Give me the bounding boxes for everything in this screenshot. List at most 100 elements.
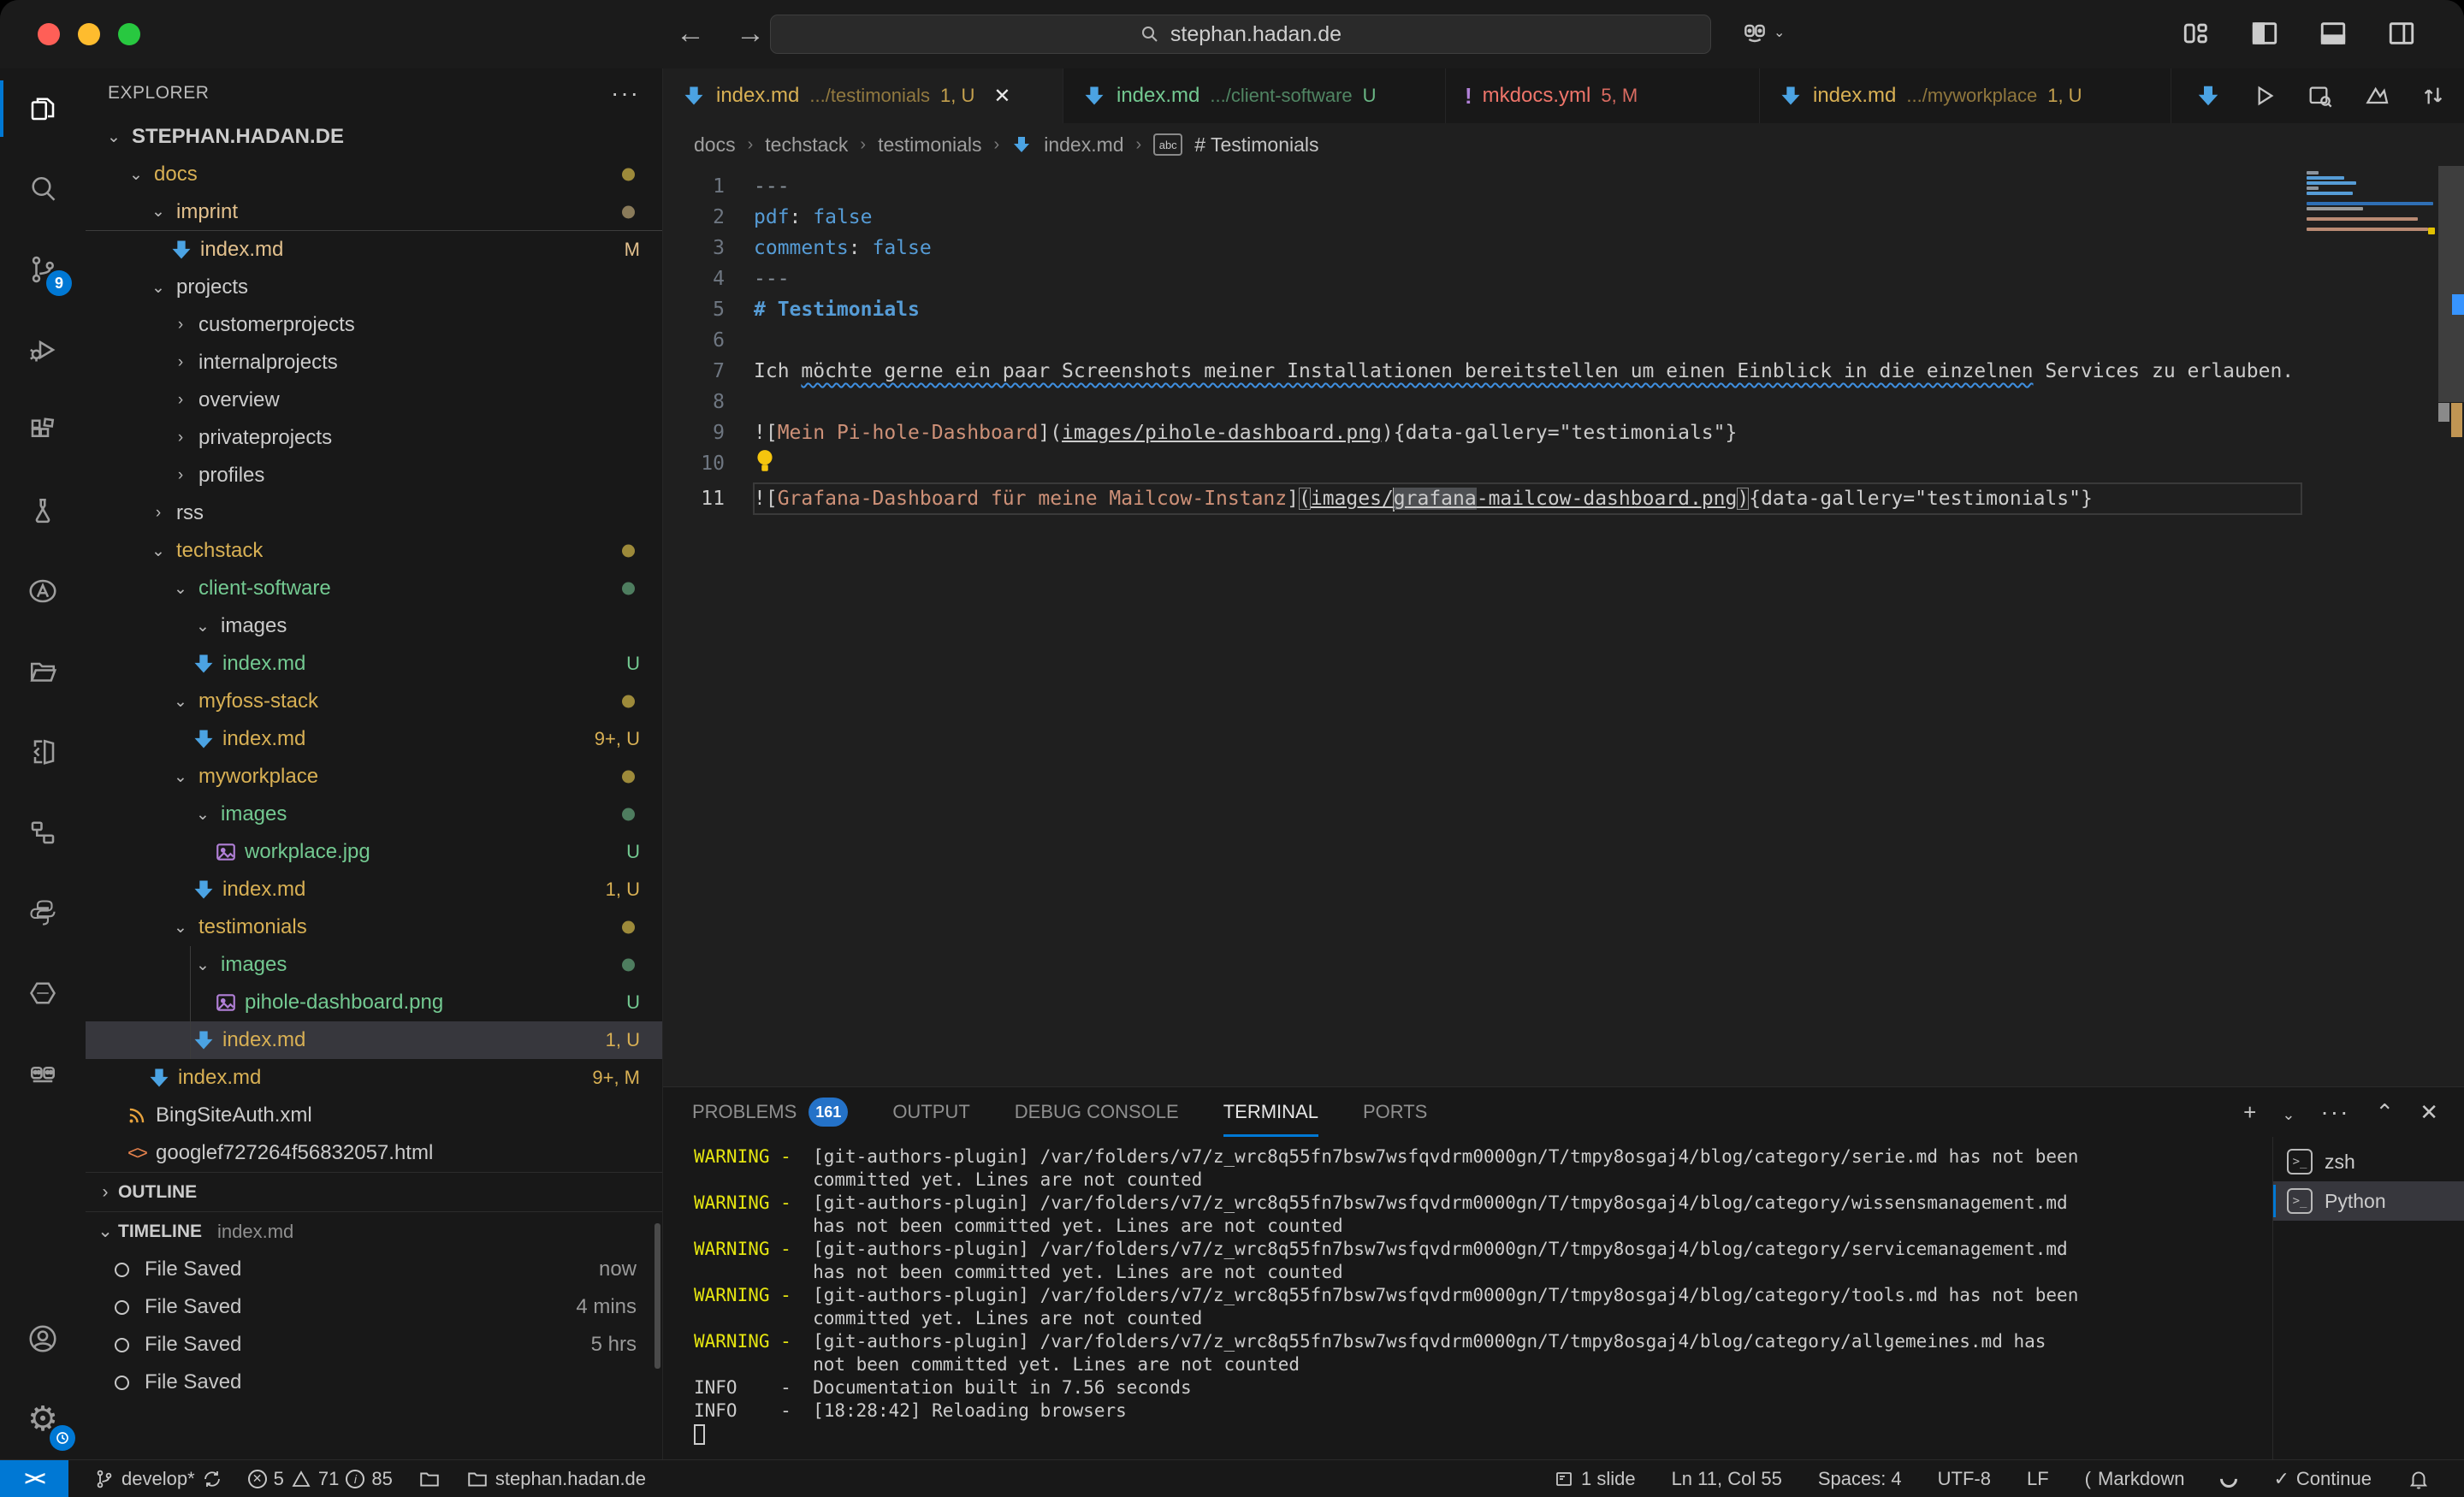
back-icon[interactable]: ← [676,17,705,50]
tree-item-myfoss-stack[interactable]: ⌄myfoss-stack [86,683,662,720]
slide-count-item[interactable]: 1 slide [1554,1468,1636,1490]
account-icon[interactable] [0,1299,86,1379]
timeline-entry[interactable]: File Saved5 hrs [86,1326,662,1364]
continue-extension-item[interactable]: ✓ Continue [2273,1468,2372,1490]
preview-icon[interactable] [2307,82,2334,109]
tree-item-index-md[interactable]: index.mdM [86,231,662,269]
tree-item-images[interactable]: ⌄images [86,796,662,833]
tree-item-images[interactable]: ⌄images [86,607,662,645]
org-chart-icon[interactable] [0,792,86,873]
code-line-5[interactable]: 5# Testimonials [663,294,2301,325]
robot-icon[interactable] [0,1033,86,1114]
breadcrumb-item[interactable]: index.md [1044,133,1123,157]
breadcrumb-item[interactable]: docs [694,133,736,157]
terminal-instance-python[interactable]: >_Python [2273,1181,2464,1221]
extensions-icon[interactable] [0,390,86,470]
tree-item-privateprojects[interactable]: ›privateprojects [86,419,662,457]
code-line-10[interactable]: 10 [663,448,2301,483]
eol-sequence[interactable]: LF [2027,1468,2049,1490]
tree-item-imprint[interactable]: ⌄imprint [86,193,662,231]
cursor-position[interactable]: Ln 11, Col 55 [1672,1468,1782,1490]
hexagon-icon[interactable] [0,953,86,1033]
forward-icon[interactable]: → [736,17,765,50]
code-line-9[interactable]: 9![Mein Pi-hole-Dashboard](images/pihole… [663,417,2301,448]
chevron-up-icon[interactable]: ⌃ [2375,1099,2394,1126]
editor-tab-mkdocs-yml[interactable]: !mkdocs.yml5, M [1446,68,1760,123]
tree-item-index-md[interactable]: index.md9+, U [86,720,662,758]
code-line-4[interactable]: 4--- [663,263,2301,294]
tree-item-index-md[interactable]: index.md9+, M [86,1059,662,1097]
tree-item-customerprojects[interactable]: ›customerprojects [86,306,662,344]
tree-item-internalprojects[interactable]: ›internalprojects [86,344,662,382]
problems-summary[interactable]: ✕ 5 71 i 85 [248,1468,393,1490]
editor-tab-index-md[interactable]: index.md.../client-softwareU [1063,68,1446,123]
minimap[interactable] [2305,166,2433,1086]
code-line-1[interactable]: 1--- [663,171,2301,202]
tree-item-index-md[interactable]: index.md1, U [86,1021,662,1059]
tree-item-workplace-jpg[interactable]: workplace.jpgU [86,833,662,871]
tree-item-images[interactable]: ⌄images [86,946,662,984]
swap-icon[interactable] [2420,82,2447,109]
breadcrumb-item[interactable]: # Testimonials [1194,133,1318,157]
panel-tab-ports[interactable]: PORTS [1363,1087,1427,1137]
plus-icon[interactable]: + [2243,1099,2256,1126]
code-line-11[interactable]: 11![Grafana-Dashboard für meine Mailcow-… [663,483,2301,514]
run-icon[interactable] [2250,82,2277,109]
git-branch-item[interactable]: develop* [94,1468,222,1490]
copilot-menu[interactable]: ⌄ [1741,19,1785,46]
tree-item-googlef727264f56832057-html[interactable]: <>googlef727264f56832057.html [86,1134,662,1172]
panel-tab-problems[interactable]: PROBLEMS161 [692,1087,848,1137]
panel-tab-debug-console[interactable]: DEBUG CONSOLE [1015,1087,1179,1137]
tree-item-testimonials[interactable]: ⌄testimonials [86,908,662,946]
tree-item-profiles[interactable]: ›profiles [86,457,662,494]
tree-item-stephan-hadan-de[interactable]: ⌄STEPHAN.HADAN.DE [86,118,662,156]
markdown-arrow-icon[interactable] [2195,83,2221,109]
editor-scrollbar[interactable] [2438,166,2464,1086]
toggle-primary-sidebar-icon[interactable] [2250,19,2279,48]
panel-tab-output[interactable]: OUTPUT [892,1087,969,1137]
indentation[interactable]: Spaces: 4 [1818,1468,1902,1490]
tree-item-projects[interactable]: ⌄projects [86,269,662,306]
search-icon[interactable] [0,149,86,229]
folder-status-item[interactable] [418,1468,441,1490]
folder-icon[interactable] [0,631,86,712]
timeline-entry[interactable]: File Saved [86,1364,662,1401]
command-center-search[interactable]: stephan.hadan.de [770,15,1711,54]
editor-pane[interactable]: 1---2pdf: false3comments: false4---5# Te… [663,166,2464,1086]
lightbulb-icon[interactable] [754,448,776,474]
code-line-3[interactable]: 3comments: false [663,233,2301,263]
python-icon[interactable] [0,873,86,953]
tree-item-rss[interactable]: ›rss [86,494,662,532]
toggle-secondary-sidebar-icon[interactable] [2387,19,2416,48]
breadcrumb-item[interactable]: techstack [765,133,848,157]
chevron-down-icon[interactable]: ⌄ [2282,1099,2295,1126]
tree-item-index-md[interactable]: index.md1, U [86,871,662,908]
timeline-entry[interactable]: File Saved4 mins [86,1288,662,1326]
notifications-bell-icon[interactable] [2408,1468,2430,1490]
a-circle-icon[interactable] [0,551,86,631]
testing-icon[interactable] [0,470,86,551]
tree-item-myworkplace[interactable]: ⌄myworkplace [86,758,662,796]
panel-tab-terminal[interactable]: TERMINAL [1223,1087,1318,1137]
source-control-icon[interactable]: 9 [0,229,86,310]
tree-item-pihole-dashboard-png[interactable]: pihole-dashboard.pngU [86,984,662,1021]
sidebar-scrollbar[interactable] [654,1223,660,1369]
explorer-more-actions-icon[interactable]: ··· [611,80,640,107]
sync-icon[interactable] [202,1469,222,1489]
toggle-panel-icon[interactable] [2319,19,2348,48]
encoding[interactable]: UTF-8 [1938,1468,1991,1490]
editor-tab-index-md[interactable]: index.md.../myworkplace1, U [1760,68,2171,123]
code-line-6[interactable]: 6 [663,325,2301,356]
terminal-output[interactable]: WARNING - [git-authors-plugin] /var/fold… [663,1137,2272,1459]
close-icon[interactable]: ✕ [2420,1099,2438,1126]
code-line-7[interactable]: 7Ich möchte gerne ein paar Screenshots m… [663,356,2301,387]
outline-section-header[interactable]: › OUTLINE [86,1172,662,1211]
workspace-status-item[interactable]: stephan.hadan.de [466,1468,646,1490]
explorer-icon[interactable] [0,68,86,149]
terminal-instance-zsh[interactable]: >_zsh [2273,1142,2464,1181]
breadcrumb-item[interactable]: testimonials [878,133,981,157]
live-preview-icon[interactable] [0,712,86,792]
marp-icon[interactable] [2363,82,2390,109]
run-debug-icon[interactable] [0,310,86,390]
tree-item-client-software[interactable]: ⌄client-software [86,570,662,607]
